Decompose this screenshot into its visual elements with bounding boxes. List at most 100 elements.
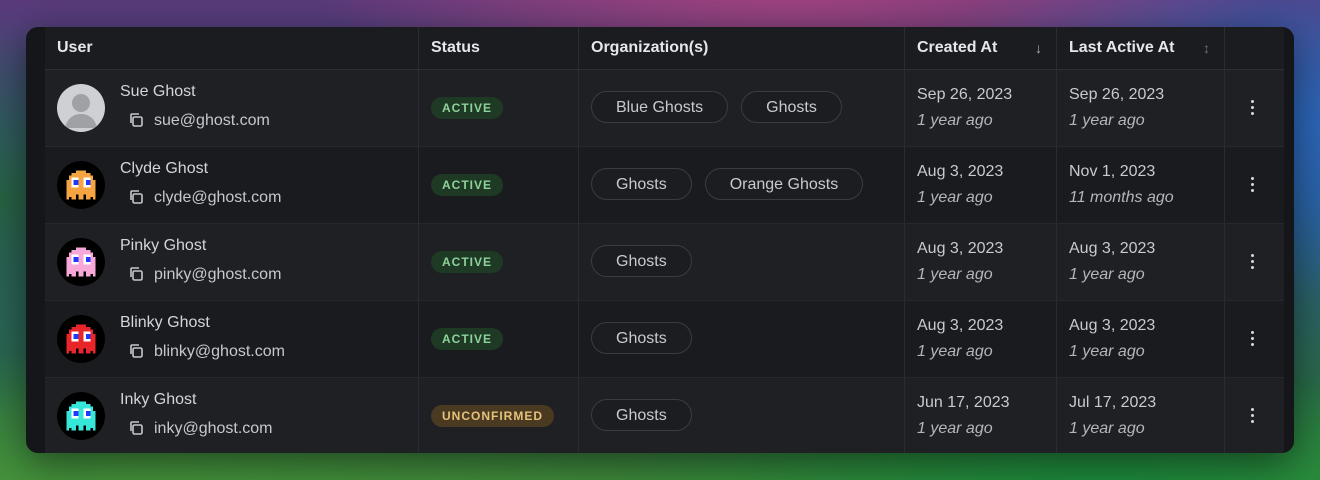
row-actions-cell <box>1225 378 1284 453</box>
user-name: Clyde Ghost <box>120 160 209 177</box>
organization-pill[interactable]: Ghosts <box>591 322 692 354</box>
organization-pill[interactable]: Blue Ghosts <box>591 91 729 123</box>
copy-icon[interactable] <box>128 420 146 438</box>
row-actions-cell <box>1225 70 1284 146</box>
organizations-cell: Ghosts <box>579 378 905 453</box>
organization-pill[interactable]: Ghosts <box>591 399 692 431</box>
status-badge: ACTIVE <box>431 328 504 350</box>
status-cell: ACTIVE <box>419 224 579 300</box>
created-date: Aug 3, 2023 <box>917 240 1004 257</box>
table-row[interactable]: Inky Ghost inky@ghost.com UNCONFIRMED Ghost… <box>45 378 1284 453</box>
cyan-ghost-avatar-icon <box>57 392 105 440</box>
copy-icon[interactable] <box>128 266 146 284</box>
created-date: Aug 3, 2023 <box>917 163 1004 180</box>
organization-list: Ghosts Orange Ghosts <box>591 168 864 200</box>
more-vertical-icon[interactable] <box>1251 254 1255 269</box>
user-email: sue@ghost.com <box>154 112 270 129</box>
organization-pill[interactable]: Ghosts <box>591 245 692 277</box>
more-vertical-icon[interactable] <box>1251 408 1255 423</box>
table-row[interactable]: Clyde Ghost clyde@ghost.com ACTIVE Ghosts Or… <box>45 147 1284 224</box>
column-header-organizations[interactable]: Organization(s) <box>579 27 905 69</box>
column-header-user[interactable]: User <box>45 27 419 69</box>
last-active-cell: Jul 17, 2023 1 year ago <box>1057 378 1225 453</box>
last-active-date: Sep 26, 2023 <box>1069 86 1165 103</box>
status-cell: ACTIVE <box>419 301 579 377</box>
user-email-group: pinky@ghost.com <box>128 266 281 284</box>
last-active-cell: Aug 3, 2023 1 year ago <box>1057 301 1225 377</box>
copy-icon[interactable] <box>128 343 146 361</box>
organizations-cell: Ghosts <box>579 301 905 377</box>
user-name: Blinky Ghost <box>120 314 210 331</box>
column-header-label: User <box>57 39 93 56</box>
user-email-group: inky@ghost.com <box>128 420 273 438</box>
column-header-actions <box>1225 27 1284 69</box>
row-actions-cell <box>1225 224 1284 300</box>
user-cell: Sue Ghost sue@ghost.com <box>45 70 419 146</box>
copy-icon[interactable] <box>128 189 146 207</box>
created-at-cell: Aug 3, 2023 1 year ago <box>905 147 1057 223</box>
organizations-cell: Blue Ghosts Ghosts <box>579 70 905 146</box>
table-row[interactable]: Pinky Ghost pinky@ghost.com ACTIVE Ghosts Au… <box>45 224 1284 301</box>
users-table-panel: User Status Organization(s) Created At ↓… <box>26 27 1294 453</box>
organizations-cell: Ghosts <box>579 224 905 300</box>
created-date: Jun 17, 2023 <box>917 394 1010 411</box>
created-relative: 1 year ago <box>917 189 993 206</box>
organization-list: Ghosts <box>591 245 692 277</box>
user-email-group: sue@ghost.com <box>128 112 270 130</box>
column-header-label: Last Active At <box>1069 39 1175 56</box>
pink-ghost-avatar-icon <box>57 238 105 286</box>
user-cell: Inky Ghost inky@ghost.com <box>45 378 419 453</box>
status-badge: ACTIVE <box>431 174 504 196</box>
organization-list: Ghosts <box>591 322 692 354</box>
status-cell: UNCONFIRMED <box>419 378 579 453</box>
more-vertical-icon[interactable] <box>1251 331 1255 346</box>
organization-pill[interactable]: Ghosts <box>741 91 842 123</box>
copy-icon[interactable] <box>128 112 146 130</box>
last-active-cell: Sep 26, 2023 1 year ago <box>1057 70 1225 146</box>
last-active-relative: 11 months ago <box>1069 189 1174 206</box>
last-active-date: Aug 3, 2023 <box>1069 317 1156 334</box>
default-avatar-icon <box>57 84 105 132</box>
user-email: clyde@ghost.com <box>154 189 282 206</box>
user-cell: Pinky Ghost pinky@ghost.com <box>45 224 419 300</box>
created-at-cell: Aug 3, 2023 1 year ago <box>905 301 1057 377</box>
last-active-date: Jul 17, 2023 <box>1069 394 1157 411</box>
column-header-label: Organization(s) <box>591 39 709 56</box>
last-active-relative: 1 year ago <box>1069 112 1145 129</box>
red-ghost-avatar-icon <box>57 315 105 363</box>
user-cell: Blinky Ghost blinky@ghost.com <box>45 301 419 377</box>
last-active-relative: 1 year ago <box>1069 420 1145 437</box>
organization-list: Blue Ghosts Ghosts <box>591 91 842 123</box>
created-relative: 1 year ago <box>917 343 993 360</box>
organization-pill[interactable]: Orange Ghosts <box>704 168 864 200</box>
row-actions-cell <box>1225 147 1284 223</box>
column-header-created-at[interactable]: Created At ↓ <box>905 27 1057 69</box>
more-vertical-icon[interactable] <box>1251 177 1255 192</box>
table-row[interactable]: Sue Ghost sue@ghost.com ACTIVE Blue Ghosts G… <box>45 70 1284 147</box>
status-cell: ACTIVE <box>419 147 579 223</box>
created-relative: 1 year ago <box>917 266 993 283</box>
table-row[interactable]: Blinky Ghost blinky@ghost.com ACTIVE Ghosts… <box>45 301 1284 378</box>
sort-updown-icon[interactable]: ↕ <box>1203 40 1210 56</box>
last-active-relative: 1 year ago <box>1069 266 1145 283</box>
user-name: Sue Ghost <box>120 83 196 100</box>
arrow-down-icon[interactable]: ↓ <box>1035 40 1042 56</box>
more-vertical-icon[interactable] <box>1251 100 1255 115</box>
user-email-group: clyde@ghost.com <box>128 189 281 207</box>
user-email: pinky@ghost.com <box>154 266 282 283</box>
last-active-date: Nov 1, 2023 <box>1069 163 1156 180</box>
created-date: Aug 3, 2023 <box>917 317 1004 334</box>
column-header-label: Created At <box>917 39 998 56</box>
column-header-last-active-at[interactable]: Last Active At ↕ <box>1057 27 1225 69</box>
orange-ghost-avatar-icon <box>57 161 105 209</box>
last-active-cell: Nov 1, 2023 11 months ago <box>1057 147 1225 223</box>
organization-pill[interactable]: Ghosts <box>591 168 692 200</box>
user-name: Inky Ghost <box>120 391 197 408</box>
column-header-status[interactable]: Status <box>419 27 579 69</box>
last-active-date: Aug 3, 2023 <box>1069 240 1156 257</box>
organizations-cell: Ghosts Orange Ghosts <box>579 147 905 223</box>
status-cell: ACTIVE <box>419 70 579 146</box>
column-header-label: Status <box>431 39 480 56</box>
user-email-group: blinky@ghost.com <box>128 343 285 361</box>
row-actions-cell <box>1225 301 1284 377</box>
